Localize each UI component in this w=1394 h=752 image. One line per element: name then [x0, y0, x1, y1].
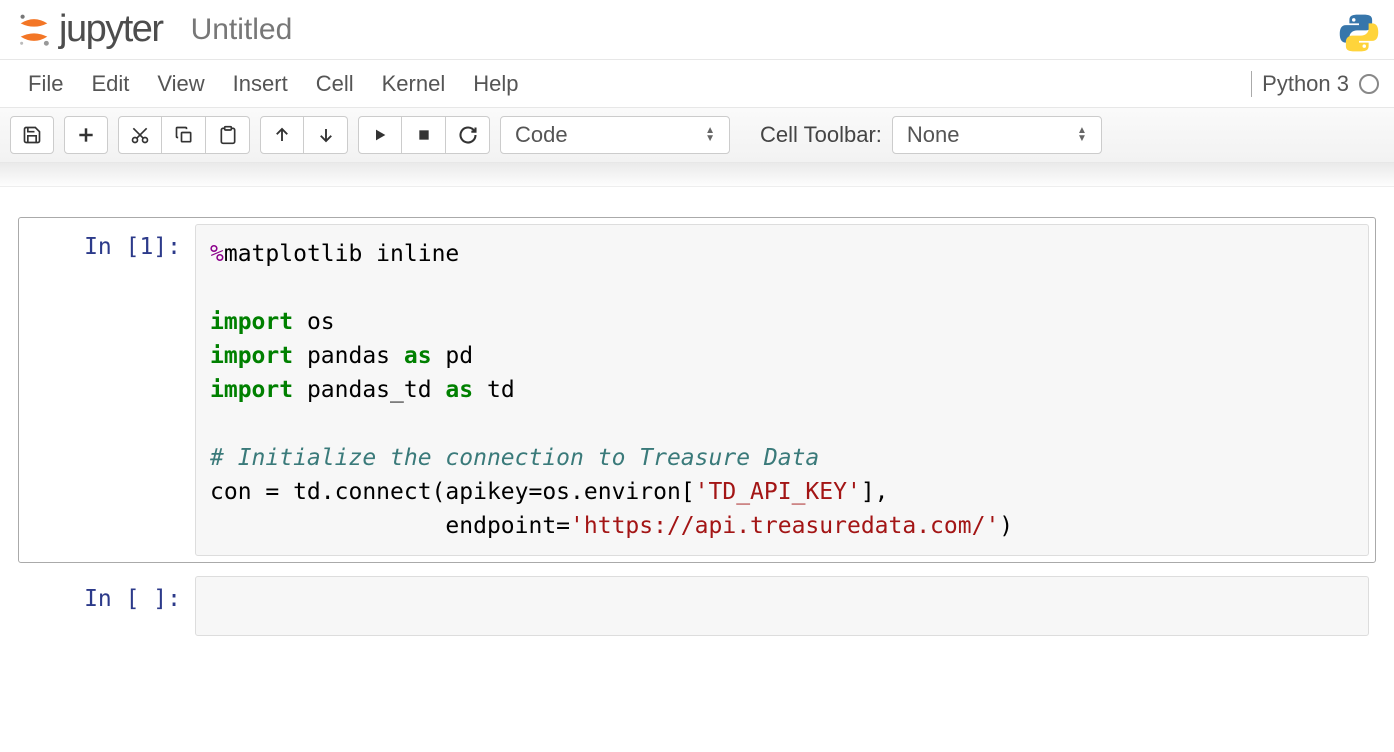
run-button[interactable] [358, 116, 402, 154]
select-arrows-icon: ▲▼ [1077, 127, 1087, 143]
cell-prompt: In [ ]: [25, 576, 195, 636]
cell-type-select[interactable]: Code ▲▼ [500, 116, 730, 154]
select-arrows-icon: ▲▼ [705, 127, 715, 143]
add-cell-button[interactable] [64, 116, 108, 154]
code-cell[interactable]: In [1]:%matplotlib inline import os impo… [18, 217, 1376, 563]
code-cell[interactable]: In [ ]: [18, 569, 1376, 643]
restart-button[interactable] [446, 116, 490, 154]
shadow-strip [0, 163, 1394, 187]
toolbar: Code ▲▼ Cell Toolbar: None ▲▼ [0, 108, 1394, 163]
cell-toolbar-select[interactable]: None ▲▼ [892, 116, 1102, 154]
save-button[interactable] [10, 116, 54, 154]
jupyter-logo[interactable]: jupyter [15, 8, 163, 51]
menu-cell[interactable]: Cell [302, 63, 368, 105]
menu-view[interactable]: View [143, 63, 218, 105]
menu-edit[interactable]: Edit [77, 63, 143, 105]
menu-file[interactable]: File [15, 63, 77, 105]
notebook-area[interactable]: In [1]:%matplotlib inline import os impo… [0, 187, 1394, 679]
cell-type-selected: Code [515, 122, 568, 148]
notebook-title[interactable]: Untitled [191, 13, 293, 47]
cell-input[interactable] [195, 576, 1369, 636]
cell-prompt: In [1]: [25, 224, 195, 556]
cell-toolbar-label: Cell Toolbar: [760, 122, 882, 148]
kernel-status: Python 3 [1251, 71, 1379, 97]
cell-input[interactable]: %matplotlib inline import os import pand… [195, 224, 1369, 556]
kernel-indicator-icon [1359, 74, 1379, 94]
cell-toolbar-selected: None [907, 122, 960, 148]
move-down-button[interactable] [304, 116, 348, 154]
menu-items: File Edit View Insert Cell Kernel Help [15, 63, 532, 105]
jupyter-logo-icon [15, 11, 53, 49]
divider [1251, 71, 1252, 97]
menubar: File Edit View Insert Cell Kernel Help P… [0, 60, 1394, 108]
header: jupyter Untitled [0, 0, 1394, 60]
copy-button[interactable] [162, 116, 206, 154]
kernel-name[interactable]: Python 3 [1262, 71, 1349, 97]
python-logo-icon [1338, 12, 1380, 54]
jupyter-logo-text: jupyter [59, 8, 163, 51]
menu-kernel[interactable]: Kernel [368, 63, 460, 105]
menu-help[interactable]: Help [459, 63, 532, 105]
stop-button[interactable] [402, 116, 446, 154]
move-up-button[interactable] [260, 116, 304, 154]
menu-insert[interactable]: Insert [219, 63, 302, 105]
cut-button[interactable] [118, 116, 162, 154]
paste-button[interactable] [206, 116, 250, 154]
